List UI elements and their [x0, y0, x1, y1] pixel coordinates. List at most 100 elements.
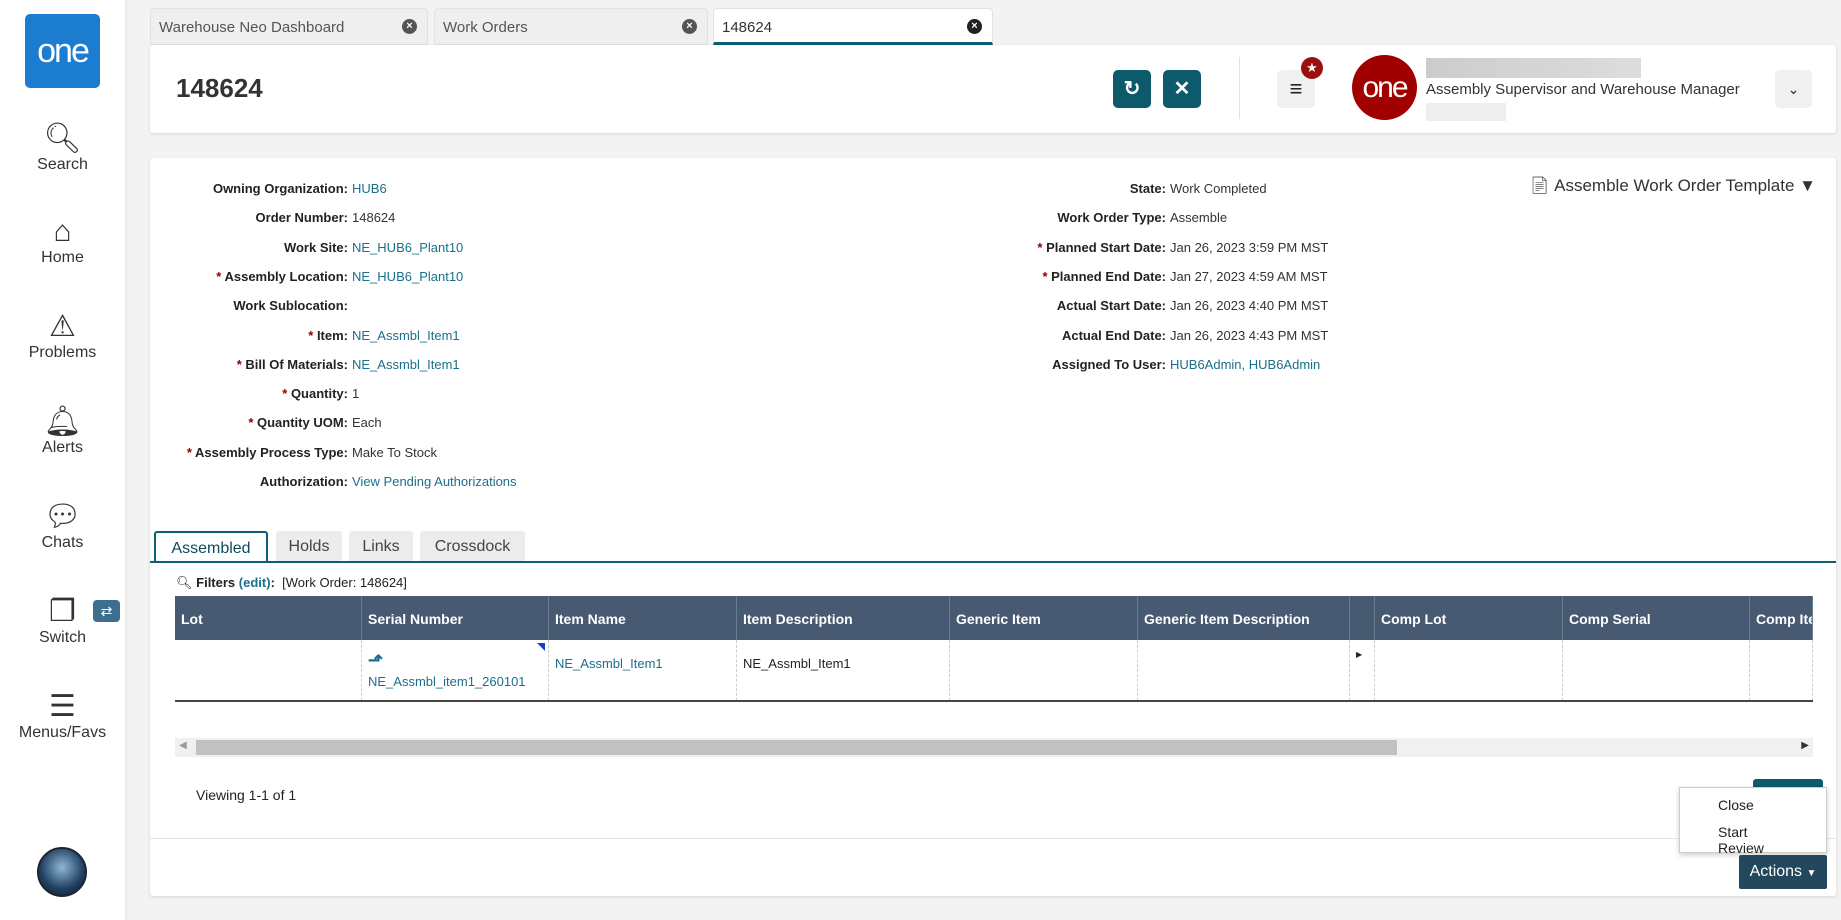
menu-item-close[interactable]: Close [1680, 788, 1826, 813]
column-header[interactable]: Item Description [737, 596, 950, 640]
field-value[interactable]: View Pending Authorizations [352, 474, 517, 489]
sidebar-item-search[interactable]: 🔍︎ Search [0, 122, 125, 174]
field-value: 148624 [352, 210, 396, 226]
caret-down-icon: ▼ [1799, 176, 1816, 195]
column-header[interactable]: Comp Lot [1375, 596, 1563, 640]
close-tab-icon[interactable]: × [967, 19, 982, 34]
sidebar-item-chats[interactable]: 💬︎ Chats [0, 500, 125, 552]
field-value[interactable]: NE_HUB6_Plant10 [352, 269, 463, 284]
table-cell: NE_Assmbl_Item1 [549, 640, 737, 701]
table-cell [950, 640, 1138, 701]
divider [1239, 57, 1240, 119]
scrollbar-thumb[interactable] [196, 740, 1397, 755]
subtab-holds[interactable]: Holds [276, 531, 342, 563]
tab-148624[interactable]: 148624 × [713, 8, 993, 45]
subtab-assembled[interactable]: Assembled [154, 531, 268, 563]
field-label: Order Number: [255, 210, 348, 226]
template-selector[interactable]: 📄︎ Assemble Work Order Template ▼ [1529, 176, 1816, 196]
home-icon: ⌂ [53, 215, 72, 248]
column-header[interactable]: Serial Number [362, 596, 549, 640]
required-marker: * [1037, 239, 1047, 255]
chevron-down-icon[interactable]: ⌄ [1775, 70, 1812, 108]
user-name-redacted [1426, 58, 1641, 78]
tab-underline [150, 561, 1836, 563]
table-cell [1750, 640, 1813, 701]
horizontal-scrollbar[interactable]: ◀ ▶ [175, 738, 1813, 757]
column-header[interactable]: Comp Serial [1563, 596, 1750, 640]
close-button[interactable]: ✕ [1163, 70, 1201, 108]
subtab-crossdock[interactable]: Crossdock [420, 531, 525, 563]
serial-link[interactable]: NE_Assmbl_item1_260101 [368, 674, 542, 689]
table-cell [1375, 640, 1563, 701]
field-label: Actual Start Date: [1056, 298, 1166, 314]
filters-bar: 🔍︎ Filters (edit): [Work Order: 148624] [176, 575, 407, 590]
table-cell: ⬏ NE_Assmbl_item1_260101 [362, 640, 549, 701]
org-avatar: one [1352, 55, 1417, 120]
field-value: Jan 27, 2023 4:59 AM MST [1170, 268, 1328, 284]
field-label: * Assembly Process Type: [186, 444, 348, 460]
field-label: Assigned To User: [1052, 356, 1166, 372]
expand-icon[interactable]: ▶ [1356, 650, 1368, 659]
user-org-redacted [1426, 103, 1506, 121]
user-avatar[interactable] [37, 847, 87, 897]
field-label: * Quantity: [282, 386, 348, 402]
column-header[interactable]: Comp Item [1750, 596, 1813, 640]
item-description: NE_Assmbl_Item1 [743, 656, 851, 671]
table-cell: ▶ [1350, 640, 1375, 701]
required-marker: * [308, 327, 317, 343]
column-header[interactable]: Generic Item Description [1138, 596, 1350, 640]
field-label: * Bill Of Materials: [236, 356, 348, 372]
item-name-link[interactable]: NE_Assmbl_Item1 [555, 656, 730, 671]
table-cell [1138, 640, 1350, 701]
field-label: * Item: [308, 327, 348, 343]
sidebar-item-menus-favs[interactable]: ☰ Menus/Favs [0, 690, 125, 742]
field-label: State: [1129, 181, 1166, 196]
field-value: Each [352, 415, 382, 431]
field-value[interactable]: NE_Assmbl_Item1 [352, 357, 460, 372]
menu-item-start-review[interactable]: Start Review [1680, 813, 1826, 856]
scroll-right-icon[interactable]: ▶ [1801, 740, 1809, 751]
close-tab-icon[interactable]: × [682, 19, 697, 34]
field-value[interactable]: NE_HUB6_Plant10 [352, 240, 463, 255]
field-value[interactable]: HUB6 [352, 181, 387, 196]
tab-warehouse-neo-dashboard[interactable]: Warehouse Neo Dashboard × [150, 8, 428, 45]
page-title: 148624 [176, 73, 263, 103]
field-value: Jan 26, 2023 3:59 PM MST [1170, 239, 1329, 255]
column-header[interactable]: Generic Item [950, 596, 1138, 640]
page-header: 148624 ↻ ✕ ≡ ★ one Assembly Supervisor a… [150, 45, 1836, 133]
close-tab-icon[interactable]: × [402, 19, 417, 34]
field-label: * Quantity UOM: [248, 415, 348, 431]
arrow-up-icon[interactable]: ⬏ [368, 650, 542, 674]
required-marker: * [248, 415, 257, 431]
divider [150, 838, 1836, 839]
required-marker: * [186, 444, 196, 460]
column-header[interactable]: Lot [175, 596, 362, 640]
actions-button[interactable]: Actions ▼ [1739, 855, 1827, 889]
field-label: Owning Organization: [212, 181, 348, 196]
refresh-button[interactable]: ↻ [1113, 70, 1151, 108]
column-header[interactable] [1350, 596, 1375, 640]
scroll-left-icon[interactable]: ◀ [179, 740, 187, 751]
app-logo[interactable]: one [25, 14, 100, 88]
field-label: * Assembly Location: [216, 268, 348, 284]
filters-edit-link[interactable]: (edit) [239, 575, 271, 590]
subtab-links[interactable]: Links [349, 531, 413, 563]
sidebar-item-home[interactable]: ⌂ Home [0, 215, 125, 267]
sidebar-item-alerts[interactable]: 🔔︎ Alerts [0, 405, 125, 457]
star-badge-icon: ★ [1301, 57, 1323, 79]
field-label: Actual End Date: [1061, 327, 1166, 343]
field-value: Jan 26, 2023 4:40 PM MST [1170, 298, 1329, 314]
field-label: Work Sublocation: [233, 298, 348, 314]
field-value: Make To Stock [352, 444, 438, 460]
tab-work-orders[interactable]: Work Orders × [434, 8, 708, 45]
table-cell: NE_Assmbl_Item1 [737, 640, 950, 701]
user-role: Assembly Supervisor and Warehouse Manage… [1426, 81, 1740, 98]
field-value[interactable]: NE_Assmbl_Item1 [352, 328, 460, 343]
column-header[interactable]: Item Name [549, 596, 737, 640]
sidebar-item-problems[interactable]: ⚠ Problems [0, 310, 125, 362]
field-value[interactable]: HUB6Admin, HUB6Admin [1170, 357, 1320, 372]
caret-down-icon: ▼ [1806, 868, 1817, 879]
search-icon: 🔍︎ [176, 575, 193, 590]
field-value: Jan 26, 2023 4:43 PM MST [1170, 327, 1329, 343]
warning-icon: ⚠ [49, 310, 76, 343]
